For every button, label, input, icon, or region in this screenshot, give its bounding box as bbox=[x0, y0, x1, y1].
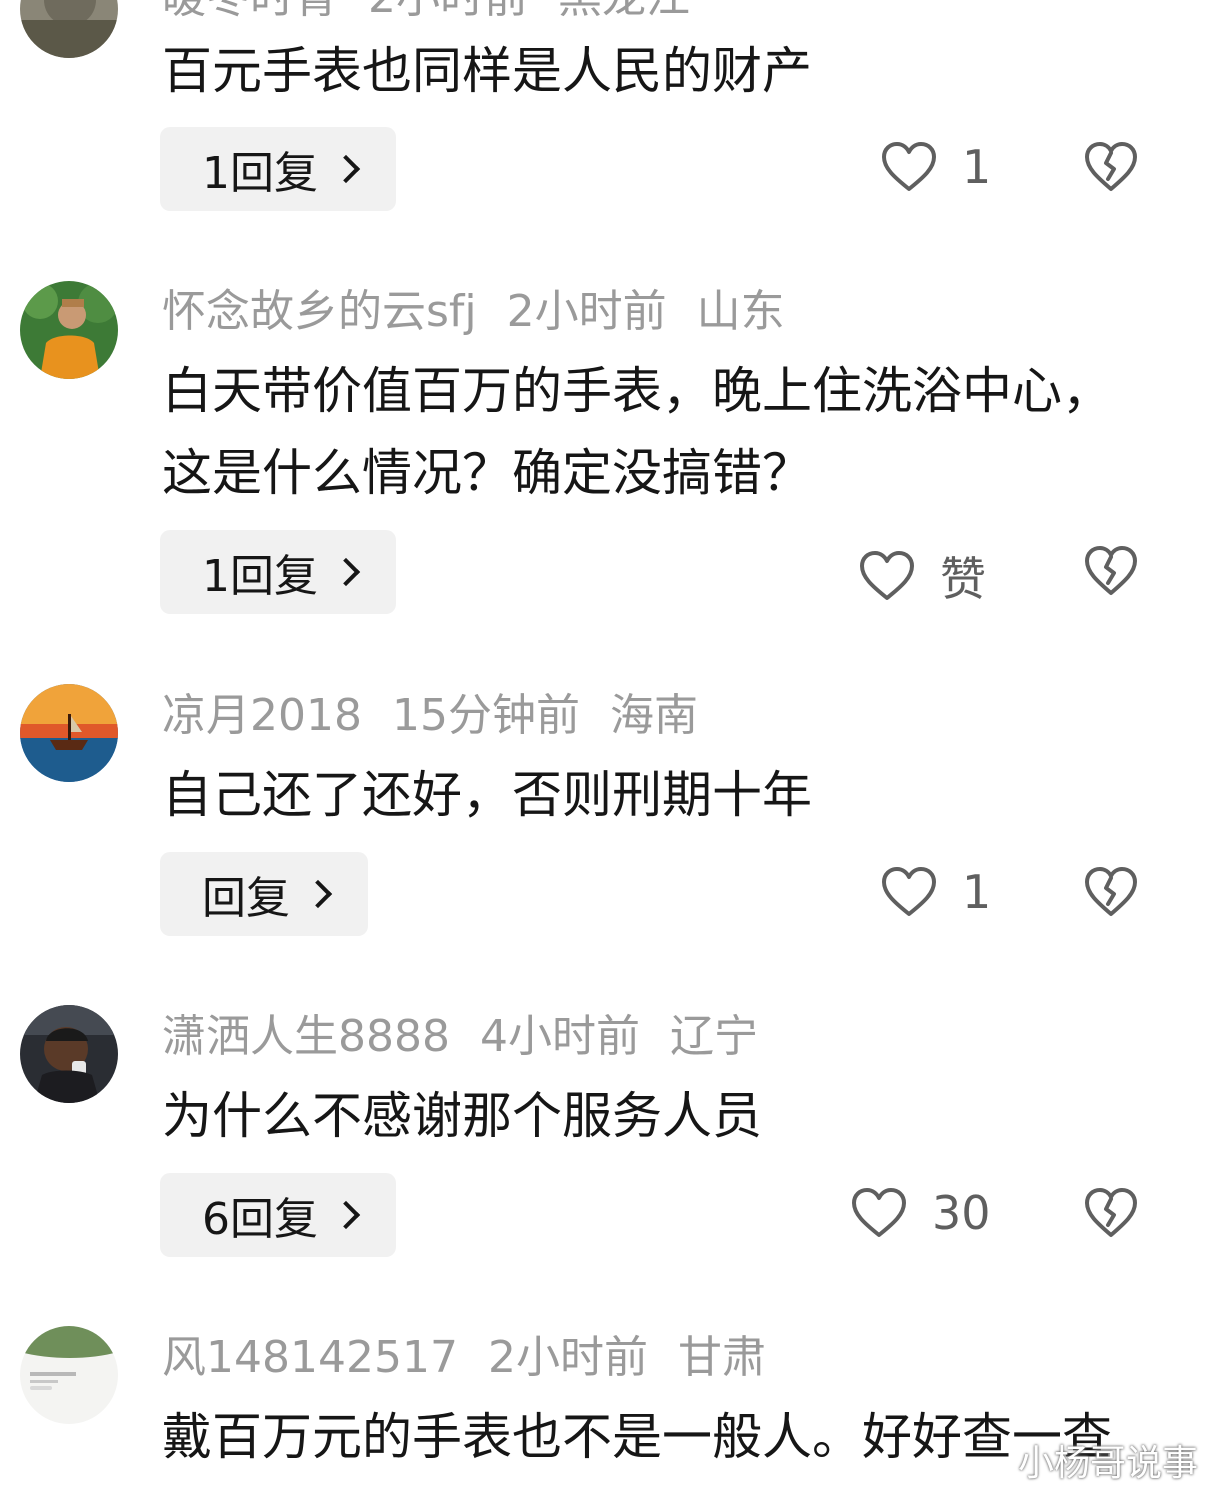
comment-text: 百元手表也同样是人民的财产 bbox=[162, 42, 812, 100]
dislike-button[interactable] bbox=[1083, 545, 1139, 597]
broken-heart-icon bbox=[1085, 1188, 1137, 1237]
broken-heart-icon bbox=[1085, 142, 1137, 191]
like-count: 1 bbox=[962, 140, 992, 194]
comment-location: 甘肃 bbox=[677, 1332, 766, 1383]
comment-text: 自己还了还好，否则刑期十年 bbox=[162, 766, 812, 824]
reply-label: 回复 bbox=[202, 873, 290, 924]
comment-meta: 凉月2018 15分钟前 海南 bbox=[162, 688, 698, 744]
comment-time: 2小时前 bbox=[506, 286, 667, 337]
comment-time: 2小时前 bbox=[368, 0, 528, 23]
heart-outline-icon bbox=[860, 551, 914, 600]
broken-heart-icon bbox=[1085, 867, 1137, 916]
heart-outline-icon bbox=[852, 1188, 906, 1237]
comment-location: 山东 bbox=[696, 286, 785, 337]
chevron-right-icon bbox=[303, 879, 333, 909]
comment-location: 黑龙江 bbox=[558, 0, 690, 23]
username[interactable]: 凉月2018 bbox=[162, 690, 362, 741]
watermark: 小杨哥说事 bbox=[1017, 1443, 1198, 1484]
like-count: 1 bbox=[962, 865, 992, 919]
comment-text: 戴百万元的手表也不是一般人。好好查一查 bbox=[162, 1408, 1112, 1466]
comment-meta: 风148142517 2小时前 甘肃 bbox=[162, 1330, 766, 1386]
like-button[interactable]: 30 bbox=[850, 1186, 991, 1240]
comment-meta: 暖冬时青 2小时前 黑龙江 bbox=[162, 0, 690, 26]
comment-location: 海南 bbox=[609, 690, 698, 741]
comment-location: 辽宁 bbox=[669, 1011, 758, 1062]
comment-time: 2小时前 bbox=[487, 1332, 648, 1383]
avatar[interactable] bbox=[20, 1005, 118, 1103]
chevron-right-icon bbox=[331, 154, 361, 184]
like-button[interactable]: 赞 bbox=[858, 543, 986, 609]
reply-button[interactable]: 回复 bbox=[160, 852, 368, 936]
like-button[interactable]: 1 bbox=[880, 865, 991, 919]
username[interactable]: 潇洒人生8888 bbox=[162, 1011, 450, 1062]
reply-label: 1回复 bbox=[202, 148, 318, 199]
reply-button[interactable]: 6回复 bbox=[160, 1173, 396, 1257]
heart-outline-icon bbox=[882, 142, 936, 191]
reply-button[interactable]: 1回复 bbox=[160, 127, 396, 211]
reply-label: 6回复 bbox=[202, 1194, 318, 1245]
broken-heart-icon bbox=[1085, 546, 1137, 595]
avatar[interactable] bbox=[20, 684, 118, 782]
comment-time: 4小时前 bbox=[479, 1011, 640, 1062]
reply-button[interactable]: 1回复 bbox=[160, 530, 396, 614]
comment-meta: 怀念故乡的云sfj 2小时前 山东 bbox=[162, 284, 785, 340]
avatar[interactable] bbox=[20, 0, 118, 58]
username[interactable]: 风148142517 bbox=[162, 1332, 458, 1383]
comment-time: 15分钟前 bbox=[391, 690, 580, 741]
username[interactable]: 怀念故乡的云sfj bbox=[162, 286, 477, 337]
like-count: 30 bbox=[932, 1186, 991, 1240]
like-count: 赞 bbox=[940, 552, 986, 606]
dislike-button[interactable] bbox=[1083, 1187, 1139, 1239]
username[interactable]: 暖冬时青 bbox=[162, 0, 338, 23]
chevron-right-icon bbox=[331, 557, 361, 587]
like-button[interactable]: 1 bbox=[880, 140, 991, 194]
dislike-button[interactable] bbox=[1083, 141, 1139, 193]
comment-meta: 潇洒人生8888 4小时前 辽宁 bbox=[162, 1009, 758, 1065]
comment-text: 白天带价值百万的手表，晚上住洗浴中心，这是什么情况？确定没搞错？ bbox=[162, 362, 1112, 502]
dislike-button[interactable] bbox=[1083, 866, 1139, 918]
chevron-right-icon bbox=[331, 1200, 361, 1230]
reply-label: 1回复 bbox=[202, 551, 318, 602]
heart-outline-icon bbox=[882, 867, 936, 916]
avatar[interactable] bbox=[20, 281, 118, 379]
avatar[interactable] bbox=[20, 1326, 118, 1424]
comment-text: 为什么不感谢那个服务人员 bbox=[162, 1087, 762, 1145]
